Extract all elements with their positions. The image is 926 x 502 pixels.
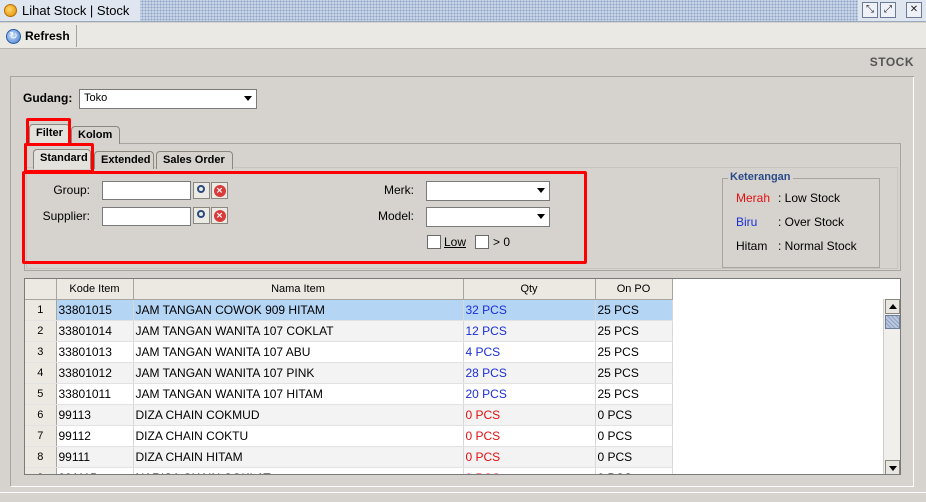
cell-qty: 0 PCS	[463, 425, 596, 447]
scroll-up-button[interactable]	[885, 299, 900, 314]
cell-nama-item: DIZA CHAIN COKTU	[133, 425, 464, 447]
table-header-row: Kode Item Nama Item Qty On PO	[25, 279, 673, 300]
cell-nama-item: NARISA CHAIN COKLAT	[133, 467, 464, 474]
cell-nama-item: JAM TANGAN COWOK 909 HITAM	[133, 299, 464, 321]
cell-kode-item: 99112	[56, 425, 134, 447]
cell-qty: 28 PCS	[463, 362, 596, 384]
table-row[interactable]: 3 33801013 JAM TANGAN WANITA 107 ABU 4 PCS 2…	[25, 341, 673, 363]
cell-on-po: 25 PCS	[595, 320, 673, 342]
gudang-select[interactable]: Toko	[79, 89, 257, 109]
cell-on-po: 25 PCS	[595, 299, 673, 321]
legend-hitam: Hitam	[736, 239, 768, 253]
table-body: 1 33801015 JAM TANGAN COWOK 909 HITAM 32 PC…	[25, 299, 673, 474]
cell-on-po: 25 PCS	[595, 383, 673, 405]
cell-kode-item: 33801013	[56, 341, 134, 363]
row-number: 4	[25, 362, 57, 384]
cell-on-po: 0 PCS	[595, 467, 673, 474]
table-row[interactable]: 7 99112 DIZA CHAIN COKTU 0 PCS 0 PCS	[25, 425, 673, 447]
arrow-down-icon	[889, 466, 897, 471]
table-row[interactable]: 4 33801012 JAM TANGAN WANITA 107 PINK 28 PC…	[25, 362, 673, 384]
legend-hitam-desc: : Normal Stock	[778, 239, 857, 253]
cell-qty: 4 PCS	[463, 341, 596, 363]
chevron-down-icon	[244, 96, 252, 101]
cell-kode-item: 33801014	[56, 320, 134, 342]
maximize-icon[interactable]: ⤢	[880, 2, 896, 18]
restore-icon[interactable]: ⤡	[862, 2, 878, 18]
keterangan-title: Keterangan	[728, 171, 793, 183]
legend-merah: Merah	[736, 191, 771, 205]
cell-kode-item: 99111	[56, 446, 134, 468]
scroll-down-button[interactable]	[885, 460, 900, 474]
tab-sales-order[interactable]: Sales Order	[156, 151, 233, 169]
cell-on-po: 25 PCS	[595, 362, 673, 384]
refresh-label: Refresh	[25, 29, 70, 43]
legend-biru: Biru	[736, 215, 758, 229]
table-row[interactable]: 1 33801015 JAM TANGAN COWOK 909 HITAM 32 PC…	[25, 299, 673, 321]
row-number: 9	[25, 467, 57, 474]
row-number: 2	[25, 320, 57, 342]
row-number: 7	[25, 425, 57, 447]
column-header-qty[interactable]: Qty	[463, 279, 596, 300]
window-titlebar: Lihat Stock | Stock ⤡ ⤢ ✕	[0, 0, 926, 22]
highlight-filter-fields	[22, 171, 587, 264]
cell-qty: 0 PCS	[463, 467, 596, 474]
row-number: 5	[25, 383, 57, 405]
cell-nama-item: DIZA CHAIN HITAM	[133, 446, 464, 468]
table-row[interactable]: 2 33801014 JAM TANGAN WANITA 107 COKLAT 12 …	[25, 320, 673, 342]
vertical-scrollbar[interactable]	[883, 299, 900, 474]
table-row[interactable]: 9991115NARISA CHAIN COKLAT0 PCS0 PCS	[25, 467, 673, 474]
cell-nama-item: JAM TANGAN WANITA 107 COKLAT	[133, 320, 464, 342]
cell-qty: 12 PCS	[463, 320, 596, 342]
status-bar	[0, 492, 926, 502]
cell-nama-item: DIZA CHAIN COKMUD	[133, 404, 464, 426]
gudang-selected-value: Toko	[84, 92, 108, 104]
cell-kode-item: 33801011	[56, 383, 134, 405]
cell-qty: 0 PCS	[463, 446, 596, 468]
app-icon	[4, 4, 17, 17]
row-number: 3	[25, 341, 57, 363]
toolbar: ↻ Refresh	[0, 23, 926, 49]
gudang-label: Gudang:	[23, 91, 73, 105]
scroll-thumb[interactable]	[885, 315, 900, 329]
cell-on-po: 0 PCS	[595, 425, 673, 447]
refresh-icon: ↻	[6, 28, 21, 44]
cell-on-po: 0 PCS	[595, 404, 673, 426]
table-row[interactable]: 6 99113 DIZA CHAIN COKMUD 0 PCS 0 PCS	[25, 404, 673, 426]
cell-kode-item: 33801015	[56, 299, 134, 321]
cell-qty: 20 PCS	[463, 383, 596, 405]
legend-biru-desc: : Over Stock	[778, 215, 845, 229]
row-number: 6	[25, 404, 57, 426]
column-header-rownum	[25, 279, 57, 300]
refresh-button[interactable]: ↻ Refresh	[2, 25, 77, 47]
cell-on-po: 25 PCS	[595, 341, 673, 363]
close-icon[interactable]: ✕	[906, 2, 922, 18]
column-header-nama-item[interactable]: Nama Item	[133, 279, 464, 300]
highlight-filter-tab	[26, 118, 71, 146]
section-title: STOCK	[869, 55, 914, 69]
cell-nama-item: JAM TANGAN WANITA 107 HITAM	[133, 383, 464, 405]
cell-nama-item: JAM TANGAN WANITA 107 ABU	[133, 341, 464, 363]
column-header-kode-item[interactable]: Kode Item	[56, 279, 134, 300]
stock-table: Kode Item Nama Item Qty On PO 1 33801015 J…	[24, 278, 901, 475]
cell-qty: 32 PCS	[463, 299, 596, 321]
tab-kolom[interactable]: Kolom	[71, 126, 120, 144]
table-row[interactable]: 5 33801011 JAM TANGAN WANITA 107 HITAM 20 P…	[25, 383, 673, 405]
stock-grid: Kode Item Nama Item Qty On PO 1 33801015 J…	[25, 279, 673, 474]
row-number: 8	[25, 446, 57, 468]
column-header-on-po[interactable]: On PO	[595, 279, 673, 300]
cell-kode-item: 99113	[56, 404, 134, 426]
arrow-up-icon	[889, 304, 897, 309]
row-number: 1	[25, 299, 57, 321]
highlight-standard-tab	[24, 143, 94, 173]
cell-qty: 0 PCS	[463, 404, 596, 426]
cell-on-po: 0 PCS	[595, 446, 673, 468]
window-title: Lihat Stock | Stock	[22, 3, 130, 18]
tab-extended[interactable]: Extended	[94, 151, 154, 169]
cell-kode-item: 991115	[56, 467, 134, 474]
cell-nama-item: JAM TANGAN WANITA 107 PINK	[133, 362, 464, 384]
legend-merah-desc: : Low Stock	[778, 191, 841, 205]
table-row[interactable]: 8 99111 DIZA CHAIN HITAM 0 PCS 0 PCS	[25, 446, 673, 468]
cell-kode-item: 33801012	[56, 362, 134, 384]
